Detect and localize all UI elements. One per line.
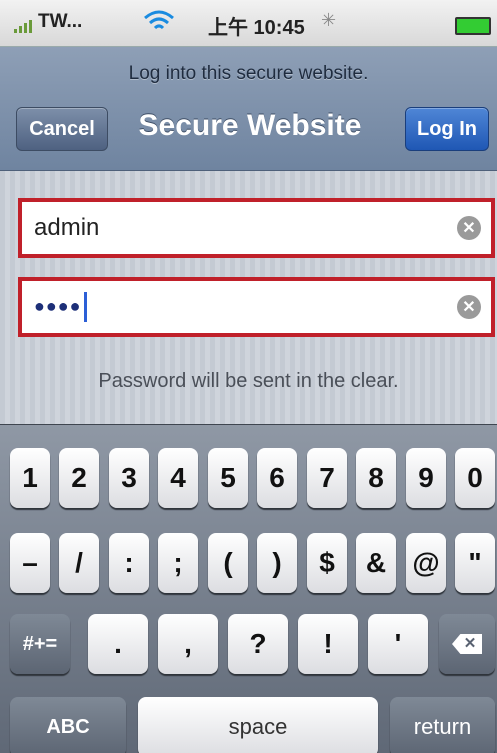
username-field[interactable]: admin ✕ — [18, 198, 495, 258]
key-semicolon[interactable]: ; — [158, 533, 198, 593]
signal-icon — [14, 20, 32, 33]
clock: 上午 10:45 — [208, 17, 305, 39]
key-colon[interactable]: : — [109, 533, 149, 593]
security-warning: Password will be sent in the clear. — [98, 370, 399, 392]
activity-spinner-icon: ✳ — [321, 10, 337, 30]
abc-key[interactable]: ABC — [10, 697, 126, 753]
key-2[interactable]: 2 — [59, 448, 99, 508]
key-comma[interactable]: , — [158, 614, 218, 674]
clear-username-icon[interactable]: ✕ — [457, 216, 481, 240]
log-in-button[interactable]: Log In — [405, 107, 489, 151]
symbols-key[interactable]: #+= — [10, 614, 70, 674]
status-bar: TW... 上午 10:45 ✳ — [0, 0, 497, 47]
key-quote[interactable]: " — [455, 533, 495, 593]
key-5[interactable]: 5 — [208, 448, 248, 508]
key-7[interactable]: 7 — [307, 448, 347, 508]
username-value: admin — [34, 214, 100, 241]
navigation-bar: Log into this secure website. Cancel Sec… — [0, 47, 497, 171]
backspace-icon: ✕ — [452, 634, 482, 654]
wifi-icon — [144, 10, 174, 30]
login-form: admin ✕ ●●●● ✕ Password will be sent in … — [0, 171, 497, 424]
page-title: Secure Website — [138, 109, 362, 142]
space-key[interactable]: space — [138, 697, 378, 753]
key-6[interactable]: 6 — [257, 448, 297, 508]
key-at[interactable]: @ — [406, 533, 446, 593]
key-exclamation[interactable]: ! — [298, 614, 358, 674]
key-9[interactable]: 9 — [406, 448, 446, 508]
key-ampersand[interactable]: & — [356, 533, 396, 593]
cancel-button[interactable]: Cancel — [16, 107, 108, 151]
clear-password-icon[interactable]: ✕ — [457, 295, 481, 319]
key-dollar[interactable]: $ — [307, 533, 347, 593]
key-0[interactable]: 0 — [455, 448, 495, 508]
carrier-label: TW... — [38, 11, 83, 32]
key-1[interactable]: 1 — [10, 448, 50, 508]
key-dash[interactable]: – — [10, 533, 50, 593]
carrier: TW... — [14, 11, 82, 33]
key-4[interactable]: 4 — [158, 448, 198, 508]
key-slash[interactable]: / — [59, 533, 99, 593]
password-field[interactable]: ●●●● ✕ — [18, 277, 495, 337]
key-8[interactable]: 8 — [356, 448, 396, 508]
key-3[interactable]: 3 — [109, 448, 149, 508]
delete-key[interactable]: ✕ — [439, 614, 495, 674]
return-key[interactable]: return — [390, 697, 495, 753]
password-value: ●●●● — [34, 292, 457, 322]
key-close-paren[interactable]: ) — [257, 533, 297, 593]
screen: TW... 上午 10:45 ✳ Log into this secure we… — [0, 0, 497, 753]
battery-icon — [455, 17, 491, 35]
key-period[interactable]: . — [88, 614, 148, 674]
keyboard: 1 2 3 4 5 6 7 8 9 0 – / : ; ( ) $ & @ " … — [0, 424, 497, 753]
key-open-paren[interactable]: ( — [208, 533, 248, 593]
key-question[interactable]: ? — [228, 614, 288, 674]
key-apostrophe[interactable]: ' — [368, 614, 428, 674]
login-prompt: Log into this secure website. — [128, 63, 369, 84]
